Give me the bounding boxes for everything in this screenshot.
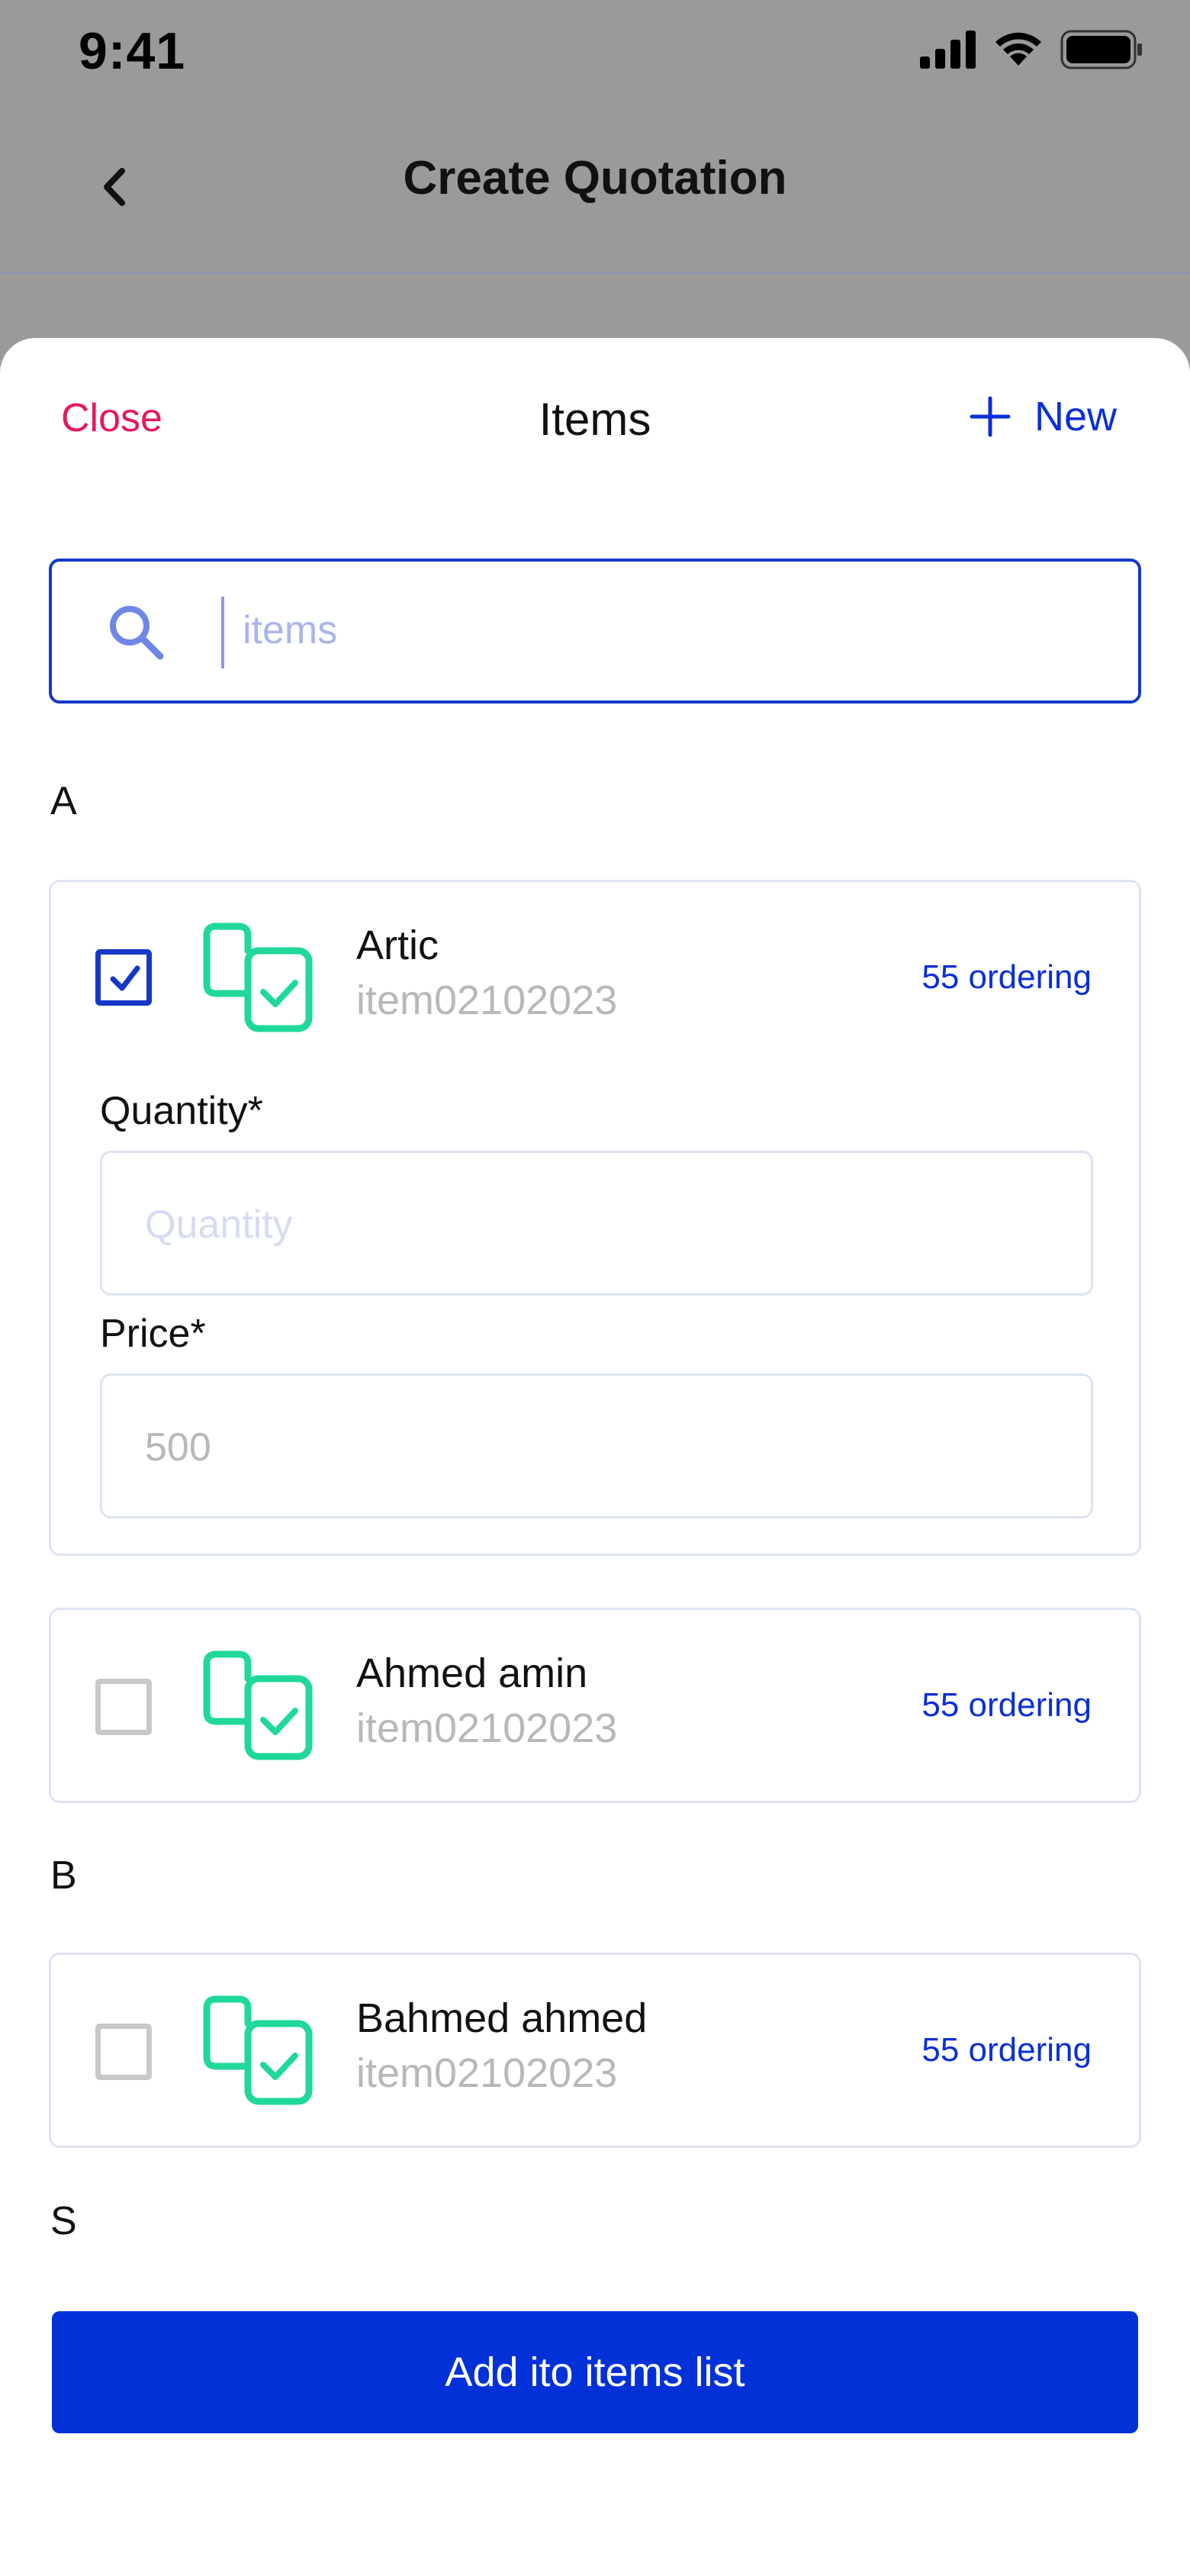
section-header-b: B: [50, 1853, 77, 1898]
price-label: Price*: [100, 1312, 206, 1356]
item-ordering-count: 55 ordering: [921, 958, 1092, 996]
items-sheet: Close Items New A Artic: [0, 338, 1190, 2576]
status-time: 9:41: [79, 22, 186, 80]
sheet-header: Close Items New: [0, 338, 1190, 506]
item-name: Ahmed amin: [356, 1650, 588, 1696]
signal-icon: [920, 31, 976, 69]
new-item-label: New: [1034, 394, 1117, 440]
status-bar: 9:41: [0, 0, 1190, 107]
check-icon: [110, 965, 140, 991]
item-code: item02102023: [356, 977, 618, 1023]
item-card[interactable]: Artic item02102023 55 ordering Quantity*…: [49, 880, 1141, 1556]
quantity-input[interactable]: [145, 1187, 1045, 1263]
price-field[interactable]: [100, 1373, 1093, 1518]
item-ordering-count: 55 ordering: [921, 1686, 1092, 1724]
item-name: Artic: [356, 923, 439, 968]
quantity-field[interactable]: [100, 1151, 1093, 1296]
text-caret: [221, 597, 224, 668]
wifi-icon: [995, 32, 1041, 66]
plus-icon: [970, 396, 1011, 437]
item-icon: [203, 1650, 313, 1760]
section-header-a: A: [50, 779, 77, 823]
nav-bar: Create Quotation: [0, 107, 1190, 273]
item-checkbox-checked[interactable]: [95, 949, 152, 1006]
item-code: item02102023: [356, 1705, 618, 1751]
section-header-s: S: [50, 2199, 77, 2243]
price-input[interactable]: [145, 1409, 1045, 1486]
search-input[interactable]: [243, 592, 1082, 668]
battery-icon: [1060, 30, 1142, 69]
search-icon: [110, 606, 164, 660]
item-code: item02102023: [356, 2050, 618, 2096]
item-card[interactable]: Ahmed amin item02102023 55 ordering: [49, 1608, 1141, 1803]
status-icons: [920, 26, 1144, 73]
page-title: Create Quotation: [403, 152, 787, 204]
item-icon: [203, 923, 313, 1032]
search-box[interactable]: [49, 559, 1141, 704]
item-icon: [203, 1995, 313, 2105]
item-checkbox[interactable]: [95, 1679, 152, 1735]
item-name: Bahmed ahmed: [356, 1995, 648, 2041]
quantity-label: Quantity*: [100, 1089, 263, 1133]
new-item-button[interactable]: New: [969, 393, 1117, 440]
item-card[interactable]: Bahmed ahmed item02102023 55 ordering: [49, 1953, 1141, 2148]
add-to-items-button[interactable]: Add ito items list: [52, 2311, 1138, 2433]
item-checkbox[interactable]: [95, 2024, 152, 2080]
item-ordering-count: 55 ordering: [921, 2031, 1092, 2069]
